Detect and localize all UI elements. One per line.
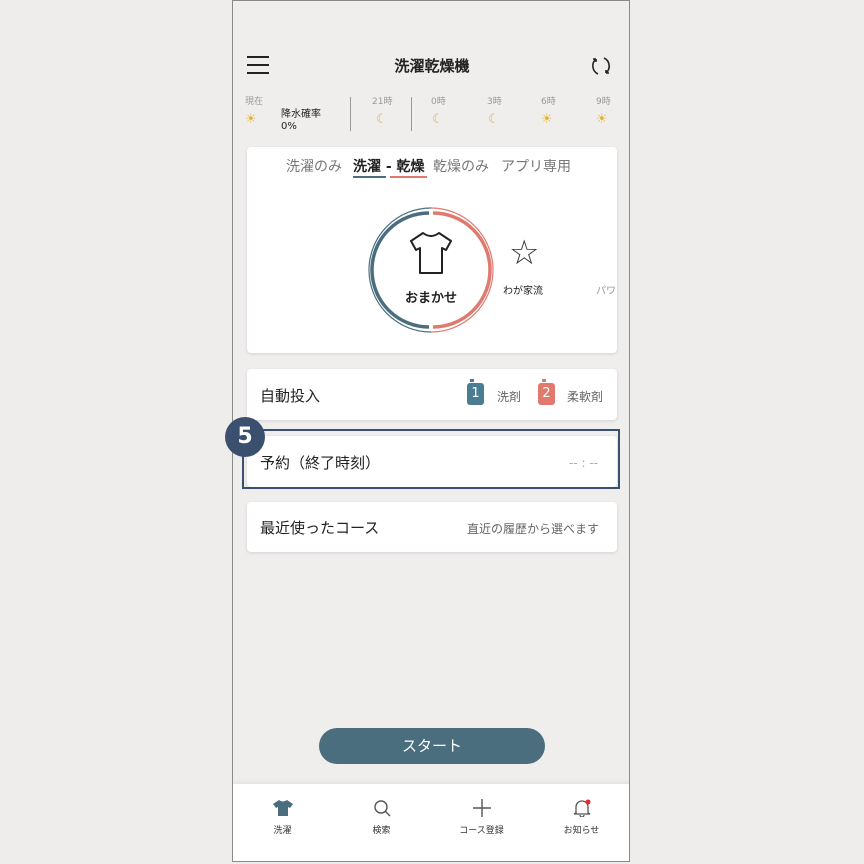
nav-wash[interactable]: 洗濯 [233, 799, 332, 836]
weather-hour: 9時 [596, 97, 611, 107]
nav-course-register-label: コース登録 [459, 826, 504, 836]
refresh-icon[interactable] [589, 54, 613, 78]
plus-icon [472, 799, 491, 817]
tab-wash-only[interactable]: 洗濯のみ [286, 156, 342, 176]
tab-dry-only[interactable]: 乾燥のみ [433, 156, 489, 176]
tab-app-only[interactable]: アプリ専用 [501, 156, 571, 176]
step-highlight-box [242, 429, 620, 489]
start-button[interactable]: スタート [319, 728, 545, 764]
softener-label: 柔軟剤 [567, 390, 604, 404]
moon-cloud-icon: ☾ [488, 112, 500, 127]
detergent-bottle-icon: 1 [467, 383, 484, 405]
bell-icon [573, 799, 590, 818]
nav-notifications[interactable]: お知らせ [532, 799, 629, 836]
recent-course-label: 最近使ったコース [260, 519, 380, 537]
bottle-cap-icon [542, 379, 546, 382]
sun-cloud-icon: ☀ [596, 112, 608, 127]
nav-course-register[interactable]: コース登録 [432, 799, 531, 836]
softener-bottle-icon: 2 [538, 383, 555, 405]
recent-course-hint: 直近の履歴から選べます [467, 522, 600, 536]
precip-value: 0% [281, 121, 297, 132]
tab-wash-dry[interactable]: 洗濯 - 乾燥 [353, 156, 425, 176]
course-omakase-label: おまかせ [404, 291, 457, 306]
weather-hour: 6時 [541, 97, 556, 107]
detergent-label: 洗剤 [497, 390, 522, 404]
page-title: 洗濯乾燥機 [394, 57, 470, 75]
weather-divider [350, 97, 351, 131]
weather-now-label: 現在 [245, 97, 264, 107]
precip-label: 降水確率 [281, 109, 321, 120]
weather-divider [411, 97, 412, 131]
tab-underline-red [390, 176, 427, 178]
moon-cloud-icon: ☾ [376, 112, 388, 127]
bottle-cap-icon [470, 379, 474, 382]
weather-hour: 0時 [431, 97, 446, 107]
nav-notifications-label: お知らせ [563, 826, 600, 836]
shirt-icon [410, 232, 452, 274]
course-power-label[interactable]: パワ [596, 282, 616, 297]
auto-dose-label: 自動投入 [260, 387, 321, 405]
moon-cloud-icon: ☾ [432, 112, 444, 127]
step-number-badge: 5 [225, 417, 265, 457]
sun-cloud-icon: ☀ [541, 112, 553, 127]
star-icon[interactable]: ☆ [509, 235, 539, 271]
course-wagaya-label[interactable]: わが家流 [503, 282, 543, 297]
weather-hour: 3時 [487, 97, 502, 107]
nav-wash-label: 洗濯 [273, 826, 292, 836]
weather-sun-icon: ☀ [245, 112, 257, 127]
search-icon [373, 800, 390, 817]
tab-underline-blue [353, 176, 386, 178]
nav-search-label: 検索 [372, 826, 391, 836]
shirt-icon [272, 800, 293, 816]
nav-search[interactable]: 検索 [332, 799, 431, 836]
weather-hour: 21時 [372, 97, 393, 107]
